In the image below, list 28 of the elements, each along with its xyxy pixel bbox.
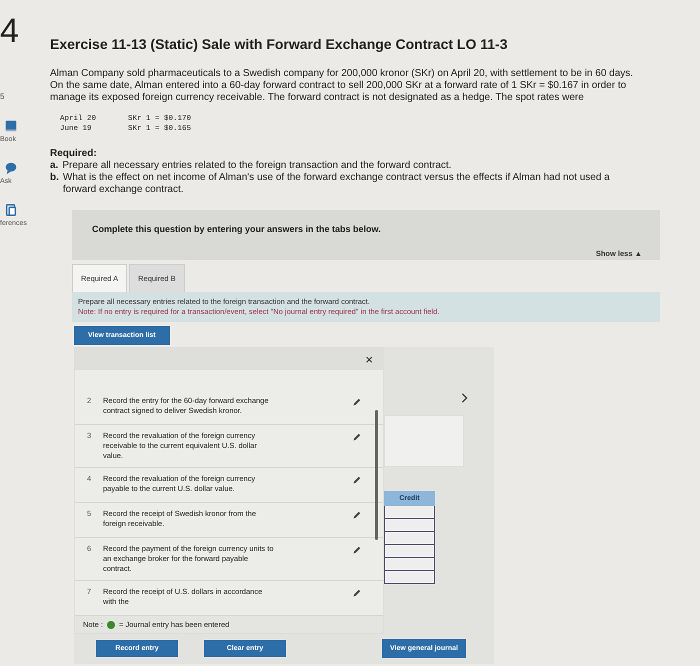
credit-input[interactable] (384, 571, 435, 584)
requirement-text: What is the effect on net income of Alman's use of the forward exchange contract versus the effects if Alman had not used a forward exchange contract. (62, 172, 611, 196)
pencil-icon[interactable] (352, 546, 361, 555)
pencil-icon[interactable] (352, 433, 361, 442)
exercise-number: 4 (0, 14, 19, 48)
book-icon[interactable] (4, 119, 18, 133)
credit-input[interactable] (384, 506, 435, 519)
pencil-icon[interactable] (352, 476, 361, 485)
credit-input[interactable] (384, 558, 435, 571)
side-number: 5 (0, 92, 4, 101)
item-letter: b. (50, 172, 59, 185)
chat-bubble-icon[interactable] (4, 161, 18, 175)
requirement-text: Prepare all necessary entries related to the foreign transaction and the forward contract. (62, 160, 452, 172)
credit-input[interactable] (384, 532, 435, 545)
exercise-title: Exercise 11-13 (Static) Sale with Forward Exchange Contract LO 11-3 (50, 36, 509, 52)
credit-input[interactable] (384, 545, 435, 558)
required-heading: Required: (50, 148, 98, 160)
pencil-icon[interactable] (352, 589, 361, 598)
document-icon[interactable] (4, 203, 18, 217)
item-letter: a. (50, 160, 58, 172)
scrollbar[interactable] (375, 410, 378, 540)
question-prompt: Complete this question by entering your answers in the tabs below. (92, 224, 382, 234)
credit-input[interactable] (384, 519, 435, 532)
pencil-icon[interactable] (352, 511, 361, 520)
close-button[interactable]: × (365, 352, 373, 366)
status-dot-icon (107, 620, 116, 628)
pencil-icon[interactable] (352, 398, 361, 407)
problem-text: Alman Company sold pharmaceuticals to a Swedish company for 200,000 kronor (SKr) on April 20, with settlement to be in 60 days. On the same date, Alman entered into a 60-day forward contract to sell 200,000 SKr at a forward rate of 1 SKr = $0.167 in order to manage its exposed foreign currency receivable. The forward contract is not designated as a hedge. The spot rates were (50, 68, 634, 104)
